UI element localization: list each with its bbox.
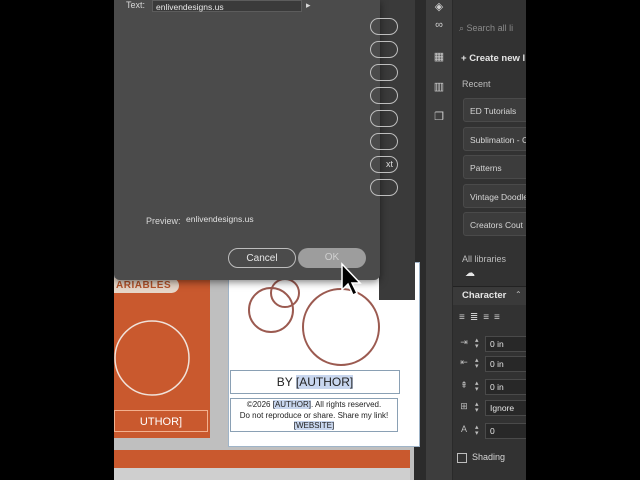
- stepper-icon[interactable]: ▴ ▾: [475, 401, 479, 414]
- shading-option[interactable]: Shading: [457, 452, 505, 463]
- shading-label: Shading: [472, 452, 506, 462]
- copyright-suffix: . All rights reserved.: [310, 400, 382, 409]
- search-icon: ⌕: [459, 23, 467, 33]
- character-title: Character: [462, 290, 507, 301]
- collapse-icon[interactable]: ⌃: [515, 290, 522, 299]
- drop-cap-icon: A: [460, 424, 467, 434]
- space-before-row: ⇞ ▴ ▾ 0 in: [457, 379, 526, 395]
- byline-prefix: BY: [276, 375, 296, 389]
- author-variable: [AUTHOR]: [295, 375, 354, 389]
- stepper-icon[interactable]: ▴ ▾: [475, 357, 479, 370]
- alignment-icons[interactable]: ≡≣≡≡: [459, 312, 505, 323]
- side-pill[interactable]: [370, 18, 398, 35]
- text-variable-dialog: Text: enlivendesigns.us ▸ Preview: enliv…: [114, 0, 380, 280]
- cloud-icon: ☁: [465, 268, 475, 279]
- side-pill[interactable]: [370, 110, 398, 127]
- all-libraries-heading: All libraries: [462, 254, 507, 264]
- dialog-side-buttons: xt: [370, 18, 400, 202]
- create-library-button[interactable]: + Create new l: [461, 53, 525, 64]
- arrow-right-icon[interactable]: ▸: [306, 0, 311, 11]
- indent-left-icon: ⇥: [460, 337, 468, 347]
- stepper-icon[interactable]: ▴ ▾: [475, 337, 479, 350]
- bottom-bar: [114, 468, 410, 480]
- orange-author-textframe[interactable]: UTHOR]: [114, 410, 208, 432]
- website-variable: [WEBSITE]: [293, 421, 335, 430]
- side-pill[interactable]: [370, 64, 398, 81]
- side-pill[interactable]: [370, 41, 398, 58]
- character-panel-header[interactable]: Character ⌃: [453, 286, 526, 305]
- space-before-field[interactable]: 0 in: [485, 379, 526, 395]
- stepper-icon[interactable]: ▴ ▾: [475, 424, 479, 437]
- links-icon[interactable]: ∞: [430, 18, 448, 32]
- grid-align-field[interactable]: Ignore: [485, 400, 526, 416]
- grid-align-row: ⊞ ▴ ▾ Ignore: [457, 400, 526, 416]
- preview-value: enlivendesigns.us: [186, 214, 254, 224]
- side-pill[interactable]: [370, 179, 398, 196]
- byline-textframe[interactable]: BY [AUTHOR]: [230, 370, 400, 394]
- recent-heading: Recent: [462, 79, 491, 89]
- library-item[interactable]: Sublimation - C: [463, 127, 526, 151]
- drop-cap-row: A ▴ ▾ 0: [457, 423, 526, 439]
- copyright-textframe[interactable]: ©2026 [AUTHOR]. All rights reserved. Do …: [230, 398, 398, 432]
- create-label: Create new l: [469, 53, 526, 64]
- text-label: Text:: [126, 0, 146, 10]
- letterbox-right: [526, 0, 640, 480]
- grid-icon[interactable]: ▦: [430, 50, 448, 64]
- copyright-prefix: ©2026: [246, 400, 273, 409]
- variables-tag: ARIABLES: [114, 278, 180, 293]
- search-placeholder: Search all li: [466, 23, 514, 33]
- library-item[interactable]: Vintage Doodle: [463, 184, 526, 208]
- side-pill[interactable]: [370, 133, 398, 150]
- libraries-panel: ⌕ Search all li + Create new l Recent ED…: [453, 0, 526, 480]
- pages-icon[interactable]: ❐: [430, 110, 448, 124]
- side-pill[interactable]: [370, 87, 398, 104]
- tools-strip: ◈ ∞ ▦ ▥ ❐: [426, 0, 453, 480]
- side-pill-text[interactable]: xt: [370, 156, 398, 173]
- stepper-icon[interactable]: ▴ ▾: [475, 380, 479, 393]
- library-item[interactable]: Creators Cout: [463, 212, 526, 236]
- library-search[interactable]: ⌕ Search all li: [459, 18, 526, 38]
- indent-left-field[interactable]: 0 in: [485, 336, 526, 352]
- copyright-line2: Do not reproduce or share. Share my link…: [239, 410, 389, 420]
- layers-icon[interactable]: ◈: [430, 0, 448, 14]
- preview-label: Preview:: [146, 216, 181, 226]
- first-line-indent-field[interactable]: 0 in: [485, 356, 526, 372]
- shading-checkbox[interactable]: [457, 452, 467, 463]
- plus-icon: +: [461, 53, 470, 64]
- text-input[interactable]: enlivendesigns.us: [152, 0, 302, 12]
- first-line-indent-icon: ⇤: [460, 357, 468, 367]
- drop-cap-field[interactable]: 0: [485, 423, 526, 439]
- mouse-pointer-icon: [341, 262, 362, 297]
- space-before-icon: ⇞: [460, 380, 468, 390]
- orange-band: [114, 450, 410, 468]
- copyright-line1: ©2026 [AUTHOR]. All rights reserved.: [231, 400, 397, 411]
- cancel-button[interactable]: Cancel: [228, 248, 296, 268]
- copyright-author-variable: [AUTHOR]: [272, 400, 311, 409]
- indent-left-row: ⇥ ▴ ▾ 0 in: [457, 336, 526, 352]
- first-line-indent-row: ⇤ ▴ ▾ 0 in: [457, 356, 526, 372]
- grid-align-icon: ⊞: [460, 401, 468, 411]
- align-icon[interactable]: ▥: [430, 80, 448, 94]
- library-item[interactable]: ED Tutorials: [463, 98, 526, 122]
- library-item[interactable]: Patterns: [463, 155, 526, 179]
- copyright-line3: [WEBSITE]: [231, 421, 397, 432]
